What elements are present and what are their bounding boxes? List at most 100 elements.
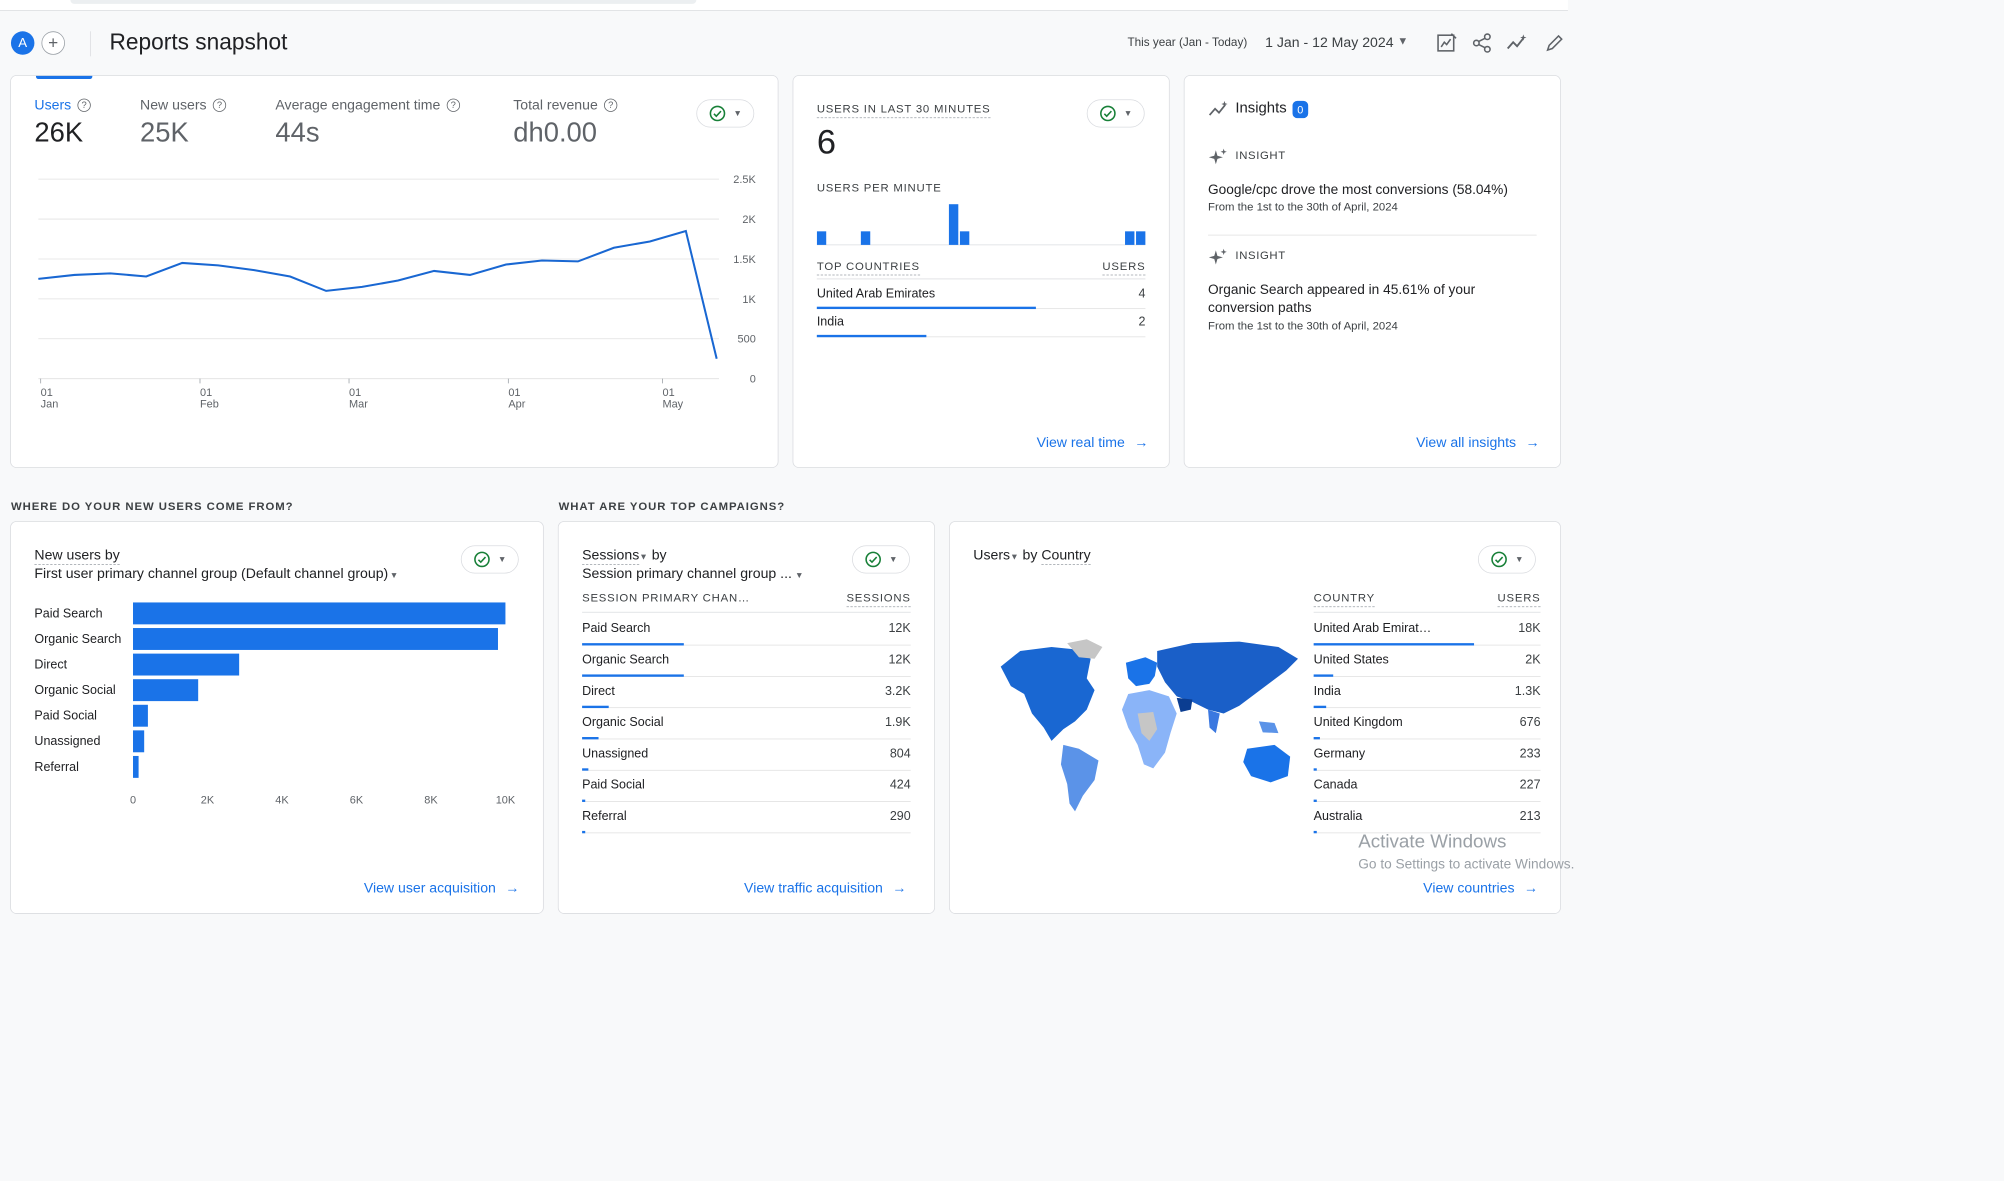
map-australia[interactable] bbox=[1243, 744, 1291, 783]
check-circle-icon bbox=[865, 551, 881, 568]
country-row[interactable]: United Arab Emirates 4 bbox=[816, 281, 1146, 310]
row-share-bar bbox=[1313, 830, 1317, 834]
country-status-button[interactable]: ▼ bbox=[1477, 545, 1536, 574]
row-label: Paid Social bbox=[582, 778, 645, 792]
top-countries-col[interactable]: TOP COUNTRIES bbox=[816, 261, 920, 276]
traffic-dimension[interactable]: Session primary channel group ... ▼ bbox=[582, 566, 803, 582]
x-tick-label: 0 bbox=[130, 795, 136, 807]
channel-bar[interactable] bbox=[133, 653, 240, 676]
x-tick-month: Feb bbox=[200, 399, 219, 411]
date-range-label[interactable]: This year (Jan - Today) bbox=[1127, 36, 1247, 49]
users-col[interactable]: USERS bbox=[1102, 261, 1146, 276]
table-row[interactable]: United Kingdom 676 bbox=[1313, 708, 1541, 740]
row-label: United Kingdom bbox=[1313, 715, 1403, 730]
user-acquisition-card: New users by First user primary channel … bbox=[10, 521, 544, 914]
channel-label: Referral bbox=[34, 760, 78, 774]
channel-bar[interactable] bbox=[133, 602, 506, 625]
users-col[interactable]: USERS bbox=[1497, 592, 1541, 608]
world-choropleth-map[interactable] bbox=[989, 635, 1310, 815]
users-line-chart: 2.5K2K1.5K1K5000 01Jan01Feb01Mar01Apr01M… bbox=[38, 174, 757, 411]
table-row[interactable]: Australia 213 bbox=[1313, 802, 1541, 834]
per-minute-bar[interactable] bbox=[816, 231, 827, 245]
map-uae[interactable] bbox=[1176, 697, 1193, 712]
view-traffic-acquisition-link[interactable]: View traffic acquisition → bbox=[744, 880, 906, 896]
insight-text[interactable]: Google/cpc drove the most conversions (5… bbox=[1208, 181, 1537, 198]
edit-icon[interactable] bbox=[1543, 30, 1566, 57]
table-row[interactable]: Organic Search 12K bbox=[582, 645, 911, 677]
table-row[interactable]: United States 2K bbox=[1313, 645, 1541, 677]
table-row[interactable]: Paid Search 12K bbox=[582, 614, 911, 646]
account-avatar[interactable]: A bbox=[10, 31, 35, 55]
sessions-col[interactable]: SESSIONS bbox=[846, 592, 911, 608]
chevron-down-icon[interactable]: ▼ bbox=[1010, 552, 1019, 561]
row-value: 233 bbox=[1519, 747, 1541, 761]
row-label: Direct bbox=[582, 684, 615, 698]
view-countries-link[interactable]: View countries → bbox=[1423, 880, 1538, 896]
channel-bar[interactable] bbox=[133, 730, 145, 753]
row-label: United Arab Emirat… bbox=[1313, 622, 1432, 636]
insight-text[interactable]: Organic Search appeared in 45.61% of you… bbox=[1208, 281, 1490, 317]
country-users: 2 bbox=[1138, 315, 1146, 329]
channel-bar[interactable] bbox=[133, 628, 498, 650]
channel-label: Organic Search bbox=[34, 632, 121, 646]
country-row[interactable]: India 2 bbox=[816, 309, 1146, 338]
sparkle-icon bbox=[1208, 148, 1227, 165]
per-minute-bar[interactable] bbox=[948, 204, 959, 245]
x-tick-month: Mar bbox=[349, 399, 368, 411]
map-southeast-asia[interactable] bbox=[1258, 721, 1279, 734]
traffic-status-button[interactable]: ▼ bbox=[852, 545, 910, 574]
row-label: Referral bbox=[582, 809, 627, 824]
chevron-down-icon[interactable]: ▼ bbox=[639, 552, 648, 561]
country-col[interactable]: COUNTRY bbox=[1313, 592, 1376, 608]
session-channel-col[interactable]: SESSION PRIMARY CHAN… bbox=[582, 592, 750, 605]
insight-divider bbox=[1208, 234, 1537, 236]
channel-bar[interactable] bbox=[133, 704, 148, 727]
share-icon[interactable] bbox=[1469, 30, 1496, 57]
row-value: 12K bbox=[888, 653, 911, 667]
view-realtime-link[interactable]: View real time → bbox=[1037, 434, 1149, 450]
insight-tag: INSIGHT bbox=[1235, 149, 1286, 162]
table-row[interactable]: Organic Social 1.9K bbox=[582, 708, 911, 740]
per-minute-bar[interactable] bbox=[959, 231, 970, 245]
row-value: 804 bbox=[889, 747, 911, 761]
table-row[interactable]: Referral 290 bbox=[582, 802, 911, 834]
customize-report-icon[interactable] bbox=[1433, 30, 1460, 57]
insights-trend-icon bbox=[1208, 100, 1228, 116]
row-share-bar bbox=[582, 830, 586, 834]
chevron-down-icon: ▼ bbox=[1514, 554, 1524, 565]
per-minute-bar[interactable] bbox=[860, 231, 871, 245]
chevron-down-icon[interactable]: ▼ bbox=[795, 571, 804, 580]
table-row[interactable]: Paid Social 424 bbox=[582, 771, 911, 802]
table-row[interactable]: India 1.3K bbox=[1313, 677, 1541, 709]
map-south-america[interactable] bbox=[1060, 744, 1099, 812]
table-row[interactable]: Canada 227 bbox=[1313, 771, 1541, 802]
y-tick-label: 2.5K bbox=[733, 174, 756, 186]
search-bar-edge[interactable] bbox=[70, 0, 697, 4]
map-india[interactable] bbox=[1208, 709, 1220, 734]
traffic-metric[interactable]: Sessions▼ by bbox=[582, 546, 667, 565]
add-comparison-button[interactable]: + bbox=[41, 31, 65, 55]
table-row[interactable]: Germany 233 bbox=[1313, 739, 1541, 771]
row-value: 3.2K bbox=[884, 684, 911, 698]
view-user-acquisition-link[interactable]: View user acquisition → bbox=[364, 880, 520, 896]
map-europe[interactable] bbox=[1125, 657, 1158, 687]
per-minute-bar[interactable] bbox=[1136, 231, 1146, 245]
date-range-value[interactable]: 1 Jan - 12 May 2024 bbox=[1265, 34, 1393, 50]
table-row[interactable]: Unassigned 804 bbox=[582, 739, 911, 771]
chevron-down-icon[interactable]: ▼ bbox=[1397, 34, 1408, 47]
top-strip bbox=[0, 0, 1568, 11]
view-all-insights-link[interactable]: View all insights → bbox=[1416, 434, 1539, 450]
per-minute-bar[interactable] bbox=[1125, 231, 1135, 245]
table-row[interactable]: Direct 3.2K bbox=[582, 677, 911, 709]
row-value: 424 bbox=[889, 778, 911, 792]
insights-icon[interactable] bbox=[1504, 30, 1531, 57]
realtime-status-button[interactable]: ▼ bbox=[1086, 99, 1145, 128]
overview-card: Users? 26K New users? 25K Average engage… bbox=[10, 75, 779, 468]
table-row[interactable]: United Arab Emirat… 18K bbox=[1313, 614, 1541, 646]
channel-bar[interactable] bbox=[133, 679, 199, 702]
country-card-title[interactable]: Users▼ by Country bbox=[973, 546, 1091, 565]
insights-title: Insights bbox=[1235, 100, 1287, 117]
channel-bar[interactable] bbox=[133, 755, 139, 778]
map-north-america[interactable] bbox=[1000, 647, 1095, 741]
row-label: India bbox=[1313, 684, 1341, 698]
